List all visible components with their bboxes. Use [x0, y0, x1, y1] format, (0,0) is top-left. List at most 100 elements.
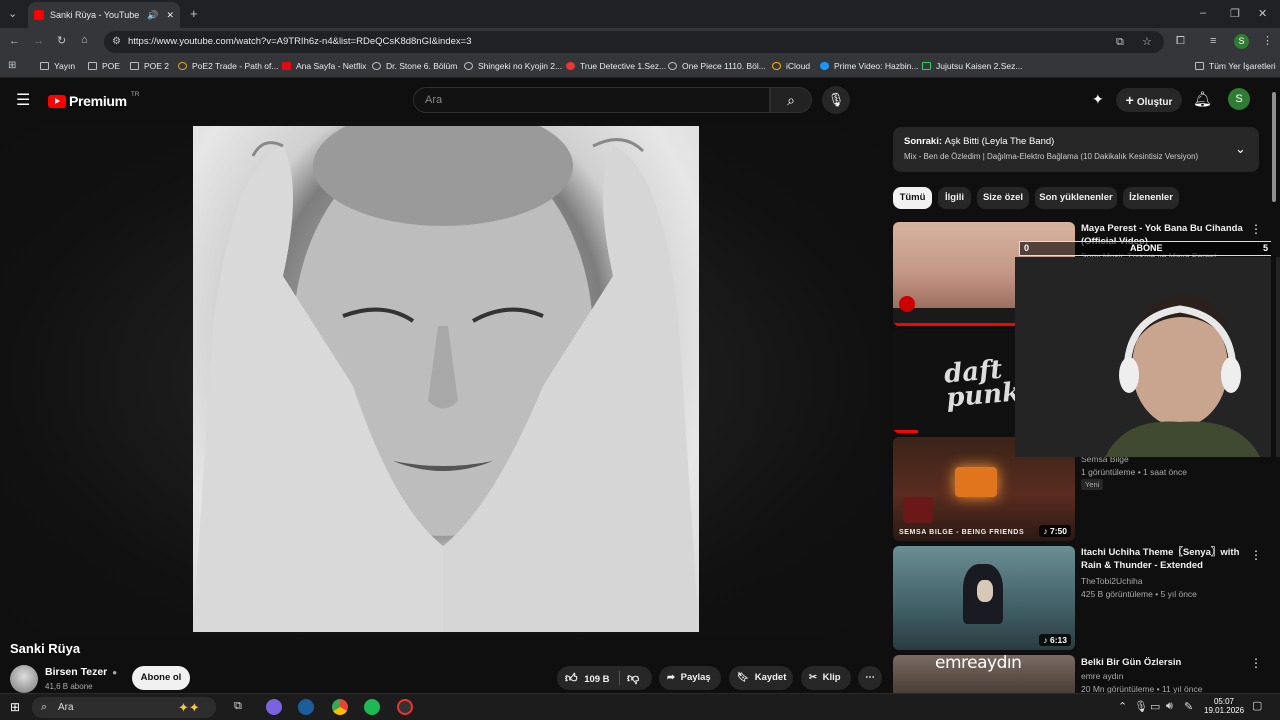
bookmark-item[interactable]: Prime Video: Hazbin...: [820, 61, 918, 71]
more-options-icon[interactable]: ⋮: [1250, 222, 1262, 236]
up-next-title: Aşk Bitti (Leyla The Band): [944, 136, 1055, 147]
notifications-bell-icon[interactable]: 🔔︎: [1193, 90, 1212, 108]
browser-tab[interactable]: Sanki Rüya - YouTube 🔊 ✕: [28, 2, 180, 28]
bookmark-item[interactable]: POE 2: [130, 61, 169, 71]
like-button[interactable]: 👍︎ 109 B: [565, 671, 610, 685]
search-button[interactable]: ⌕: [770, 87, 812, 113]
bookmark-item[interactable]: One Piece 1110. Böl...: [668, 61, 766, 71]
spotify-app-icon[interactable]: [364, 699, 380, 715]
extensions-icon[interactable]: ⧠: [1176, 35, 1185, 48]
bookmark-label: Yayın: [54, 61, 76, 71]
bookmark-item[interactable]: iCloud: [772, 61, 810, 71]
network-icon[interactable]: ▭: [1150, 700, 1160, 713]
tab-audio-icon[interactable]: 🔊: [147, 10, 158, 21]
task-view-icon[interactable]: ⧉: [234, 700, 242, 713]
hamburger-menu-icon[interactable]: ☰: [16, 90, 30, 110]
video-stats: 1 görüntüleme • 1 saat önce: [1081, 467, 1187, 477]
video-thumbnail[interactable]: emreaydın: [893, 655, 1075, 693]
prime-video-icon: [820, 62, 829, 70]
share-button[interactable]: ➦ Paylaş: [659, 666, 721, 690]
video-thumbnail[interactable]: ♪ 6:13: [893, 546, 1075, 650]
channel-name[interactable]: Birsen Tezer ●: [45, 666, 117, 678]
youtube-logo[interactable]: Premium TR: [48, 90, 140, 109]
chrome-app-icon[interactable]: [332, 699, 348, 715]
home-icon[interactable]: ⌂: [81, 34, 88, 46]
reload-icon[interactable]: ↻: [57, 34, 66, 47]
tab-close-icon[interactable]: ✕: [166, 10, 174, 21]
channel-avatar[interactable]: [10, 665, 38, 693]
site-favicon-icon: [372, 62, 381, 70]
bookmark-item[interactable]: True Detective 1.Sez...: [566, 61, 666, 71]
video-channel[interactable]: emre aydın: [1081, 671, 1124, 681]
more-actions-button[interactable]: ⋯: [858, 666, 882, 690]
bookmark-item[interactable]: Shingeki no Kyojin 2...: [464, 61, 562, 71]
address-bar[interactable]: ⚙ https://www.youtube.com/watch?v=A9TRIh…: [104, 31, 1164, 53]
chevron-down-icon[interactable]: ⌄: [1235, 141, 1246, 157]
create-button[interactable]: + Oluştur: [1116, 88, 1182, 112]
filter-chip-for-you[interactable]: Size özel: [977, 187, 1029, 209]
obs-app-icon[interactable]: [397, 699, 413, 715]
video-title[interactable]: Belki Bir Gün Özlersin: [1081, 656, 1246, 669]
install-app-icon[interactable]: ⧉: [1116, 31, 1124, 53]
video-channel[interactable]: TheTobi2Uchiha: [1081, 576, 1142, 586]
bookmark-item[interactable]: Dr. Stone 6. Bölüm: [372, 61, 457, 71]
profile-avatar[interactable]: S: [1234, 34, 1249, 49]
discord-app-icon[interactable]: [266, 699, 282, 715]
video-frame[interactable]: [193, 126, 699, 632]
apps-grid-icon[interactable]: ⊞: [8, 60, 16, 71]
back-icon[interactable]: ←: [9, 35, 20, 47]
pen-icon[interactable]: ✎: [1184, 700, 1193, 713]
clock[interactable]: 05:07 19.01.2026: [1204, 697, 1244, 715]
bookmark-item[interactable]: Yayın: [40, 61, 75, 71]
voice-search-button[interactable]: 🎙: [822, 86, 850, 114]
forward-icon[interactable]: →: [33, 35, 44, 47]
bookmarks-bar: ⊞ Yayın POE POE 2 PoE2 Trade - Path of..…: [0, 56, 1280, 78]
filter-chip-recent[interactable]: Son yüklenenler: [1035, 187, 1117, 209]
clip-button[interactable]: ✂ Klip: [801, 666, 851, 690]
window-close-icon[interactable]: ✕: [1258, 7, 1267, 20]
region-code: TR: [130, 90, 140, 98]
site-favicon-icon: [464, 62, 473, 70]
bookmark-label: PoE2 Trade - Path of...: [192, 61, 279, 71]
volume-icon[interactable]: 🔊︎: [1166, 700, 1173, 713]
filter-chip-watched[interactable]: İzlenenler: [1123, 187, 1179, 209]
page-scrollbar-thumb[interactable]: [1272, 92, 1276, 202]
filter-chip-all[interactable]: Tümü: [893, 187, 932, 209]
microphone-tray-icon[interactable]: 🎙︎: [1134, 700, 1148, 713]
menu-kebab-icon[interactable]: ⋮: [1262, 34, 1273, 47]
steam-app-icon[interactable]: [298, 699, 314, 715]
channel-name-text: Birsen Tezer: [45, 666, 108, 678]
save-button[interactable]: 🔖︎ Kaydet: [729, 666, 793, 690]
filter-chip-related[interactable]: İlgili: [938, 187, 971, 209]
bookmark-item[interactable]: POE: [88, 61, 120, 71]
more-options-icon[interactable]: ⋮: [1250, 548, 1262, 562]
tab-search-icon[interactable]: ⌄: [8, 7, 17, 20]
bookmark-star-icon[interactable]: ☆: [1142, 31, 1152, 53]
bookmark-label: POE 2: [144, 61, 170, 71]
create-label: Oluştur: [1136, 97, 1173, 108]
windows-start-icon[interactable]: ⊞: [10, 700, 20, 714]
dislike-button[interactable]: 👎︎: [627, 666, 639, 692]
subscribe-button[interactable]: Abone ol: [132, 666, 190, 690]
minimize-icon[interactable]: –: [1200, 7, 1206, 19]
reading-list-icon[interactable]: ≡: [1210, 35, 1216, 47]
restore-icon[interactable]: ❐: [1230, 7, 1240, 20]
site-info-icon[interactable]: ⚙: [112, 31, 121, 53]
video-title[interactable]: Itachi Uchiha Theme〖Senya〗with Rain & Th…: [1081, 546, 1246, 572]
taskbar-search[interactable]: ⌕ Ara ✦✦: [32, 697, 216, 718]
bookmark-item[interactable]: PoE2 Trade - Path of...: [178, 61, 278, 71]
bookmark-item[interactable]: Ana Sayfa - Netflix: [282, 61, 366, 71]
notification-center-icon[interactable]: ▢: [1252, 699, 1262, 712]
all-bookmarks[interactable]: Tüm Yer İşaretleri: [1195, 61, 1276, 71]
account-avatar[interactable]: S: [1228, 88, 1250, 110]
tray-chevron-up-icon[interactable]: ⌃: [1118, 700, 1127, 713]
bookmark-label: Dr. Stone 6. Bölüm: [386, 61, 458, 71]
more-options-icon[interactable]: ⋮: [1250, 656, 1262, 670]
up-next-panel[interactable]: Sonraki: Aşk Bitti (Leyla The Band) Mix …: [893, 127, 1259, 172]
search-input[interactable]: Ara: [413, 87, 770, 113]
bookmark-item[interactable]: Jujutsu Kaisen 2.Sez...: [922, 61, 1022, 71]
new-tab-icon[interactable]: +: [190, 6, 198, 21]
bookmark-label: Jujutsu Kaisen 2.Sez...: [936, 61, 1023, 71]
premium-gift-icon[interactable]: ✦: [1092, 91, 1104, 108]
folder-icon: [88, 62, 97, 70]
